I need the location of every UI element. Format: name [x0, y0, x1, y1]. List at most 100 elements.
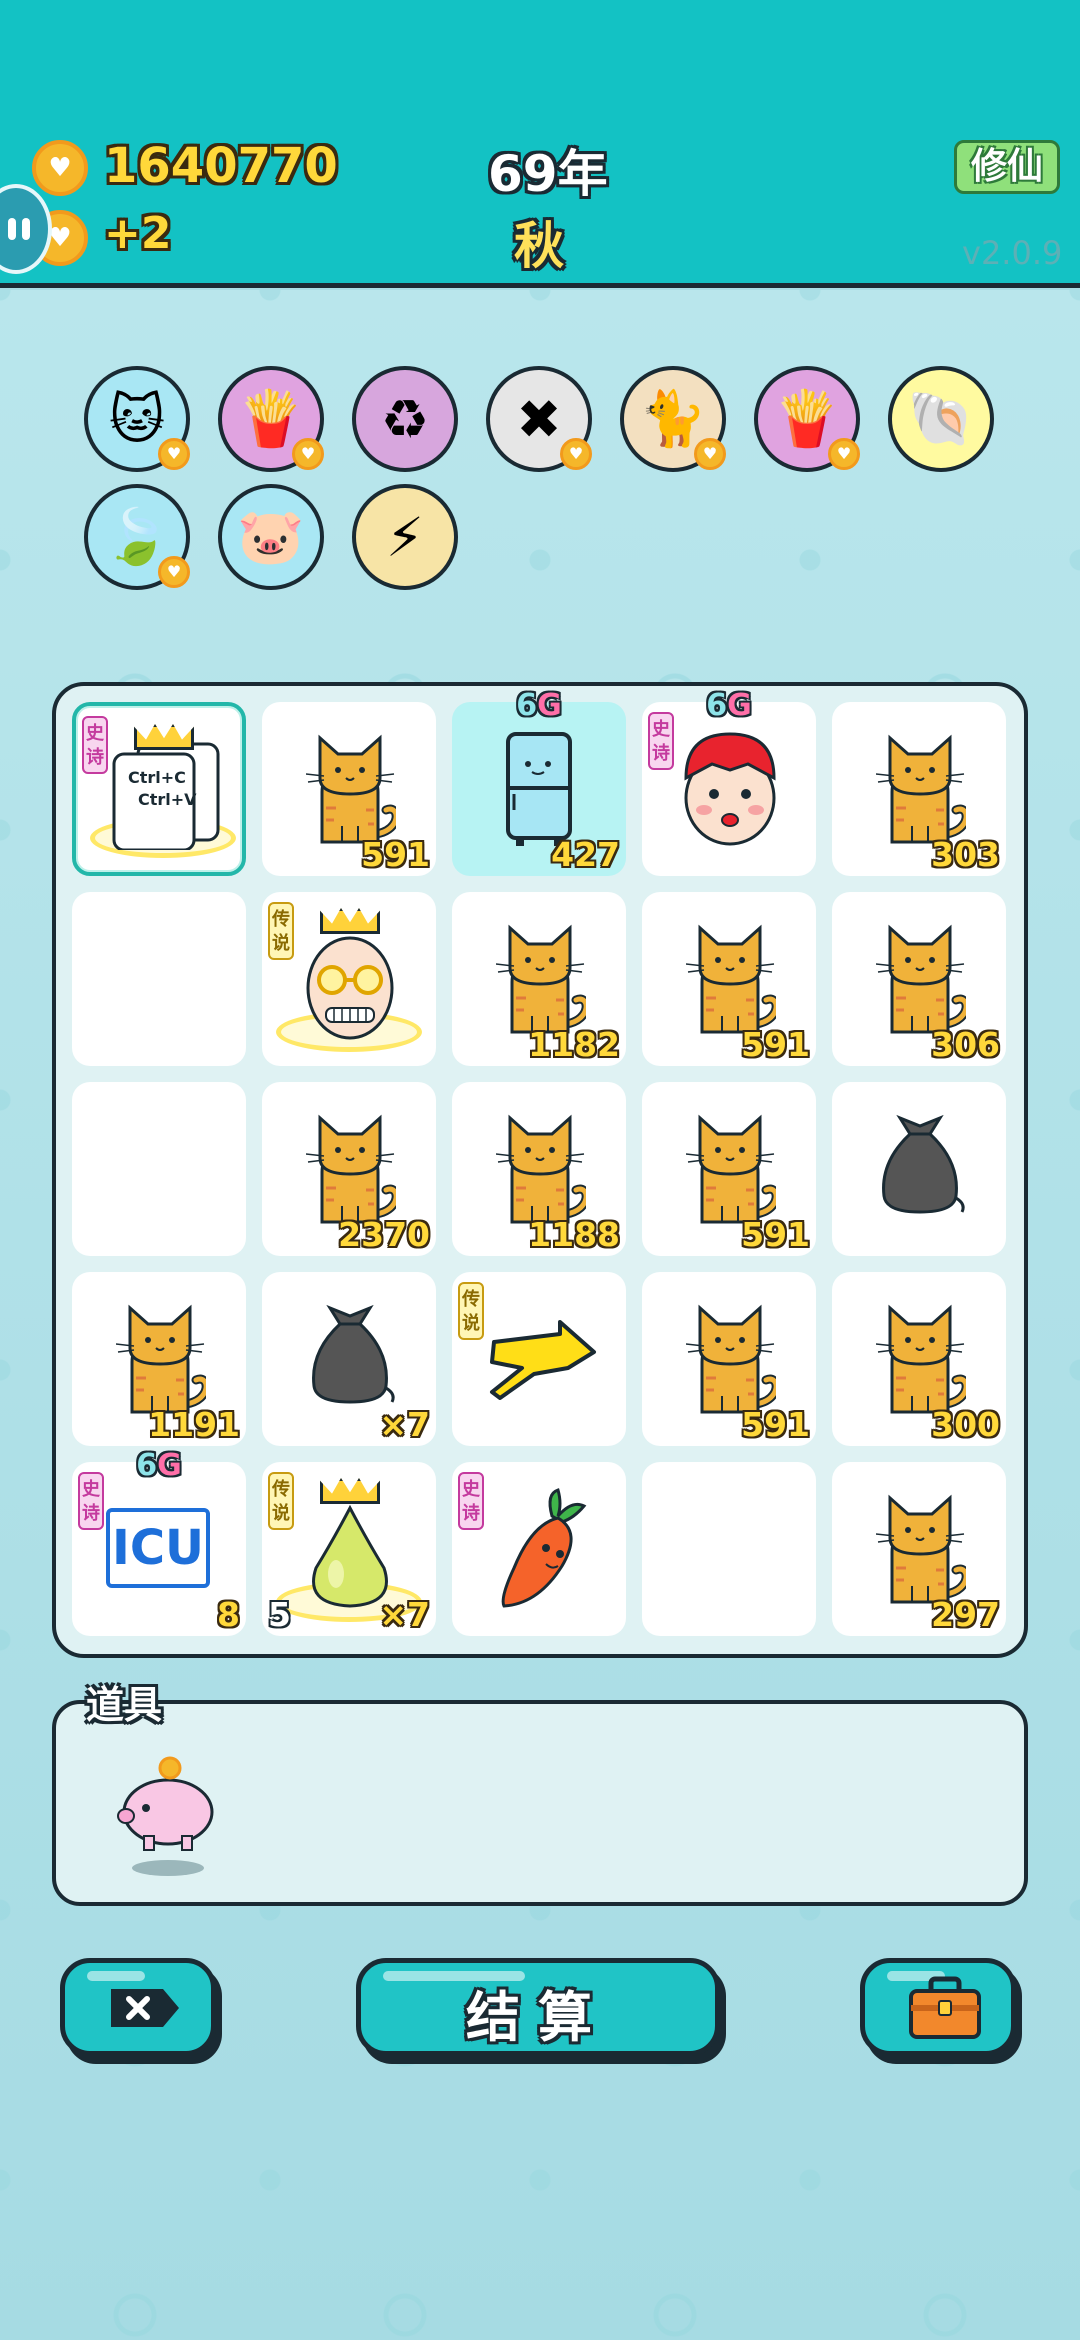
crown-icon	[320, 908, 380, 934]
board-cell-cat[interactable]: 297	[832, 1462, 1006, 1636]
item-value: 1188	[528, 1215, 620, 1254]
board-cell-fridge[interactable]: 6G 427	[452, 688, 626, 876]
trash-icon	[882, 1114, 965, 1214]
6g-badge: 6G	[136, 1448, 182, 1483]
board-cell-cat[interactable]: 591	[262, 702, 436, 876]
board-cell-cat[interactable]: 1188	[452, 1082, 626, 1256]
copy-label: Ctrl+C	[128, 768, 186, 787]
cat-icon	[306, 734, 396, 844]
lightning-icon[interactable]: ⚡	[352, 484, 458, 590]
board-cell-pointer[interactable]: 传说	[452, 1272, 626, 1446]
rarity-tag: 传说	[458, 1282, 484, 1340]
item-value: 427	[551, 835, 620, 874]
cat-icon	[686, 924, 776, 1034]
board-cell-pear[interactable]: 传说 5 ×7	[262, 1462, 436, 1636]
cat-hole-icon[interactable]: 🐱 ♥	[84, 366, 190, 472]
item-value: 1191	[148, 1405, 240, 1444]
cat-icon	[686, 1114, 776, 1224]
cat-icon	[116, 1304, 206, 1414]
board-cell-carrot[interactable]: 史诗	[452, 1462, 626, 1636]
board-cell-cat[interactable]: 306	[832, 892, 1006, 1066]
trash-icon	[312, 1304, 395, 1404]
item-value: 300	[931, 1405, 1000, 1444]
heart-coin-badge-icon: ♥	[292, 438, 324, 470]
paste-label: Ctrl+V	[138, 790, 197, 809]
empty-cell[interactable]	[72, 892, 246, 1066]
settle-label: 结算	[466, 1986, 610, 2049]
board-cell-copy-paste-icon[interactable]: Ctrl+C Ctrl+V 史诗	[72, 702, 246, 876]
board-cell-grandpa[interactable]: 传说	[262, 892, 436, 1066]
tools-label: 道具	[86, 1683, 163, 1727]
item-value: ×7	[379, 1595, 430, 1634]
board-cell-cat[interactable]: 2370	[262, 1082, 436, 1256]
board-cell-cat[interactable]: 300	[832, 1272, 1006, 1446]
pointer-icon	[490, 1320, 596, 1400]
recycle-icon[interactable]: ♻	[352, 366, 458, 472]
board-cell-icu[interactable]: ICU 史诗 6G 8	[72, 1448, 246, 1636]
board-cell-cat[interactable]: 1191	[72, 1272, 246, 1446]
leaf-icon[interactable]: 🍃 ♥	[84, 484, 190, 590]
fries-icon[interactable]: 🍟 ♥	[754, 366, 860, 472]
settle-button[interactable]: 结算	[356, 1958, 720, 2056]
board-cell-cat[interactable]: 591	[642, 1272, 816, 1446]
cat-icon	[496, 924, 586, 1034]
item-value: 2370	[338, 1215, 430, 1254]
bag-button[interactable]	[860, 1958, 1016, 2056]
item-value: 591	[361, 835, 430, 874]
girl-icon	[684, 732, 776, 846]
item-value: 591	[741, 1215, 810, 1254]
crown-icon	[134, 724, 194, 750]
year-label: 69年	[488, 145, 608, 203]
game-board: Ctrl+C Ctrl+V 史诗 591 6G 427 史诗 6G 303 传说 1182 591 30…	[52, 682, 1028, 1658]
fries-icon[interactable]: 🍟 ♥	[218, 366, 324, 472]
6g-badge: 6G	[706, 688, 752, 723]
board-cell-cat[interactable]: 591	[642, 1082, 816, 1256]
piggy-bank-icon[interactable]	[112, 1750, 232, 1880]
fridge-icon	[506, 732, 572, 846]
season-label: 秋	[514, 217, 564, 275]
cat-icon	[876, 734, 966, 844]
item-value: 591	[741, 1025, 810, 1064]
item-value: 306	[931, 1025, 1000, 1064]
board-cell-cat[interactable]: 1182	[452, 892, 626, 1066]
heart-coin-badge-icon: ♥	[560, 438, 592, 470]
heart-coin-badge-icon: ♥	[828, 438, 860, 470]
board-cell-cat[interactable]: 591	[642, 892, 816, 1066]
cat-icon	[876, 1304, 966, 1414]
cat-icon	[876, 1494, 966, 1604]
cultivation-button[interactable]: 修仙	[954, 140, 1060, 194]
cat-icon	[496, 1114, 586, 1224]
board-cell-trash[interactable]	[832, 1082, 1006, 1256]
item-value: 8	[217, 1595, 240, 1634]
cat-icon	[306, 1114, 396, 1224]
board-cell-cat[interactable]: 303	[832, 702, 1006, 876]
item-value: 303	[931, 835, 1000, 874]
shell-icon[interactable]: 🐚	[888, 366, 994, 472]
rarity-tag: 史诗	[82, 716, 108, 774]
delete-tag-icon[interactable]: ✖ ♥	[486, 366, 592, 472]
crown-icon	[320, 1478, 380, 1504]
remove-button[interactable]	[60, 1958, 216, 2056]
board-cell-girl[interactable]: 史诗 6G	[642, 688, 816, 876]
item-level: 5	[268, 1595, 291, 1634]
income-rate: +2	[104, 208, 172, 259]
coin-count: 1640770	[104, 138, 338, 194]
rarity-tag: 传说	[268, 1472, 294, 1530]
cat-icon	[876, 924, 966, 1034]
remove-tag-icon	[111, 1989, 179, 2027]
heart-coin-badge-icon: ♥	[158, 556, 190, 588]
board-cell-trash[interactable]: ×7	[262, 1272, 436, 1446]
twin-cats-icon[interactable]: 🐈 ♥	[620, 366, 726, 472]
cat-icon	[686, 1304, 776, 1414]
coin-icon	[32, 140, 88, 196]
briefcase-icon	[909, 1976, 981, 2039]
empty-cell[interactable]	[642, 1462, 816, 1636]
item-value: 1182	[528, 1025, 620, 1064]
item-value: 591	[741, 1405, 810, 1444]
top-bar: 1640770 +2 69年 秋 修仙 v2.0.9	[0, 0, 1080, 288]
version-label: v2.0.9	[962, 234, 1063, 272]
heart-coin-badge-icon: ♥	[158, 438, 190, 470]
item-value: 297	[931, 1595, 1000, 1634]
piggy-bank-icon[interactable]: 🐷	[218, 484, 324, 590]
empty-cell[interactable]	[72, 1082, 246, 1256]
